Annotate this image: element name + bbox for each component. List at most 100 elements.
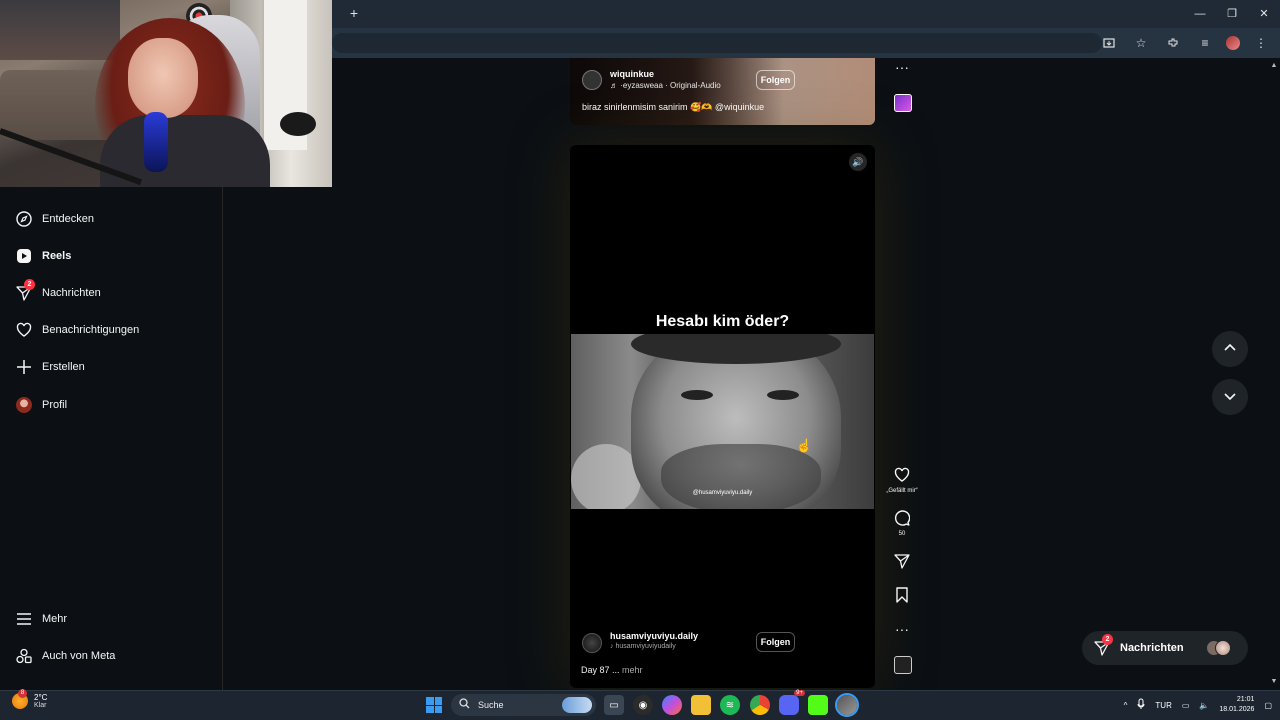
sidebar-nav: Entdecken Reels 2 Nachrichten Benachrich… [0,187,223,690]
notification-center-icon[interactable]: ▢ [1264,701,1272,710]
scroll-down-arrow[interactable]: ▼ [1270,678,1278,685]
bookmark-icon [882,587,922,606]
chevron-up-icon[interactable]: ^ [1124,701,1128,710]
sidebar-item-label: Profil [42,399,68,411]
copilot-icon[interactable] [662,695,682,715]
weather-widget[interactable]: 8 2°C Klar [12,689,48,709]
avatar[interactable] [582,633,602,653]
media-icon[interactable]: ≡ [1194,32,1216,54]
save-button[interactable] [882,587,922,606]
windows-start-button[interactable] [426,697,442,713]
address-bar[interactable] [332,33,1102,53]
notification-badge: 9+ [794,690,805,696]
audio-thumbnail[interactable] [894,94,912,112]
cat [280,112,316,136]
profile-avatar [16,397,32,413]
messages-pill[interactable]: 2 Nachrichten [1082,631,1248,665]
sidebar-item-create[interactable]: Erstellen [16,355,85,379]
menu-icon[interactable]: ⋮ [1250,32,1272,54]
share-button[interactable] [882,553,922,572]
clock[interactable]: 21:01 18.01.2026 [1219,695,1254,715]
comment-button[interactable]: 50 [882,510,922,537]
task-view-icon[interactable]: ▭ [604,695,624,715]
weather-condition: Klar [34,702,47,709]
caption-more-link[interactable]: mehr [622,665,643,675]
webcam-overlay [0,0,332,187]
install-icon[interactable] [1098,32,1120,54]
messages-label: Nachrichten [1120,642,1184,654]
next-reel-button[interactable] [1212,379,1248,415]
previous-reel-button[interactable] [1212,331,1248,367]
close-button[interactable]: ✕ [1248,0,1280,28]
follow-button[interactable]: Folgen [756,70,795,90]
post-audio[interactable]: ♪ husamviyuviyudaily [610,643,676,650]
date: 18.01.2026 [1219,706,1255,713]
direct-icon: 2 [16,279,35,301]
audio-thumbnail[interactable] [894,656,912,674]
sound-icon[interactable]: 🔊 [849,153,867,171]
search-label: Suche [478,700,504,710]
reel-post-current[interactable]: 🔊 Hesabı kim öder? @husamviyuviyu.daily … [570,145,875,688]
direct-icon [882,553,922,572]
reel-headline: Hesabı kim öder? [655,313,790,330]
post-audio[interactable]: ♬ ·eyzasweaa · Original-Audio [610,81,721,90]
reel-video-frame[interactable]: @husamviyuviyu.daily [571,334,874,509]
sidebar-item-label: Entdecken [42,213,94,225]
language-indicator[interactable]: TUR [1155,701,1171,710]
heart-icon [882,467,922,486]
weather-temp: 2°C [34,693,48,702]
taskbar-search[interactable]: Suche [451,694,596,716]
comment-icon [882,510,922,529]
caption-text: Day 87 ... [581,665,620,675]
notification-badge: 2 [24,279,35,290]
speaker-icon[interactable]: 🔈 [1199,701,1209,710]
chevron-up-icon [1223,341,1237,358]
video-watermark: @husamviyuviyu.daily [692,490,753,496]
sidebar-item-also-from-meta[interactable]: Auch von Meta [16,644,115,668]
follow-button[interactable]: Folgen [756,632,795,652]
kick-icon[interactable] [808,695,828,715]
maximize-button[interactable]: ❐ [1216,0,1248,28]
like-button[interactable]: „Gefällt mir“ [882,467,922,494]
notification-badge: 2 [1102,634,1113,645]
like-label: „Gefällt mir“ [886,488,918,494]
minimize-button[interactable]: — [1184,0,1216,28]
sidebar-item-label: Mehr [42,613,68,625]
page-scrollbar[interactable]: ▲ ▼ [1268,58,1280,690]
chrome-icon[interactable] [750,695,770,715]
post-username[interactable]: wiquinkue [610,69,654,79]
post1-more-button[interactable]: ··· [882,59,922,75]
reels-icon [16,248,32,264]
sidebar-item-profile[interactable]: Profil [16,393,67,417]
spotify-icon[interactable]: ≋ [720,695,740,715]
extensions-icon[interactable] [1162,32,1184,54]
more-icon: ··· [895,59,909,75]
chevron-down-icon [1223,389,1237,406]
new-tab-button[interactable]: + [346,5,362,21]
sidebar-item-more[interactable]: Mehr [16,607,67,631]
message-avatars [1206,640,1231,656]
sidebar-item-messages[interactable]: 2 Nachrichten [16,279,101,305]
avatar[interactable] [582,70,602,90]
scroll-up-arrow[interactable]: ▲ [1270,62,1278,69]
chrome-profile-icon[interactable] [835,693,859,717]
star-icon[interactable]: ☆ [1130,32,1152,54]
sidebar-item-notifications[interactable]: Benachrichtigungen [16,318,139,342]
mic-icon[interactable] [1137,698,1145,712]
post-more-button[interactable]: ··· [882,621,922,637]
obs-icon[interactable]: ◉ [633,695,653,715]
sidebar-item-reels[interactable]: Reels [16,244,71,268]
network-icon[interactable]: ▭ [1182,701,1190,710]
comment-count: 50 [898,531,906,537]
hamburger-icon [16,611,32,627]
file-explorer-icon[interactable] [691,695,711,715]
search-icon [459,698,470,712]
system-tray: ^ TUR ▭ 🔈 21:01 18.01.2026 ▢ [1124,693,1272,717]
more-icon: ··· [895,621,909,637]
discord-icon[interactable]: 9+ [779,690,805,715]
window-controls: — ❐ ✕ [1184,0,1280,28]
post-username[interactable]: husamviyuviyu.daily [610,631,698,641]
reel-post-previous[interactable]: wiquinkue ♬ ·eyzasweaa · Original-Audio … [570,58,875,125]
profile-avatar[interactable] [1226,36,1240,50]
sidebar-item-explore[interactable]: Entdecken [16,207,94,231]
